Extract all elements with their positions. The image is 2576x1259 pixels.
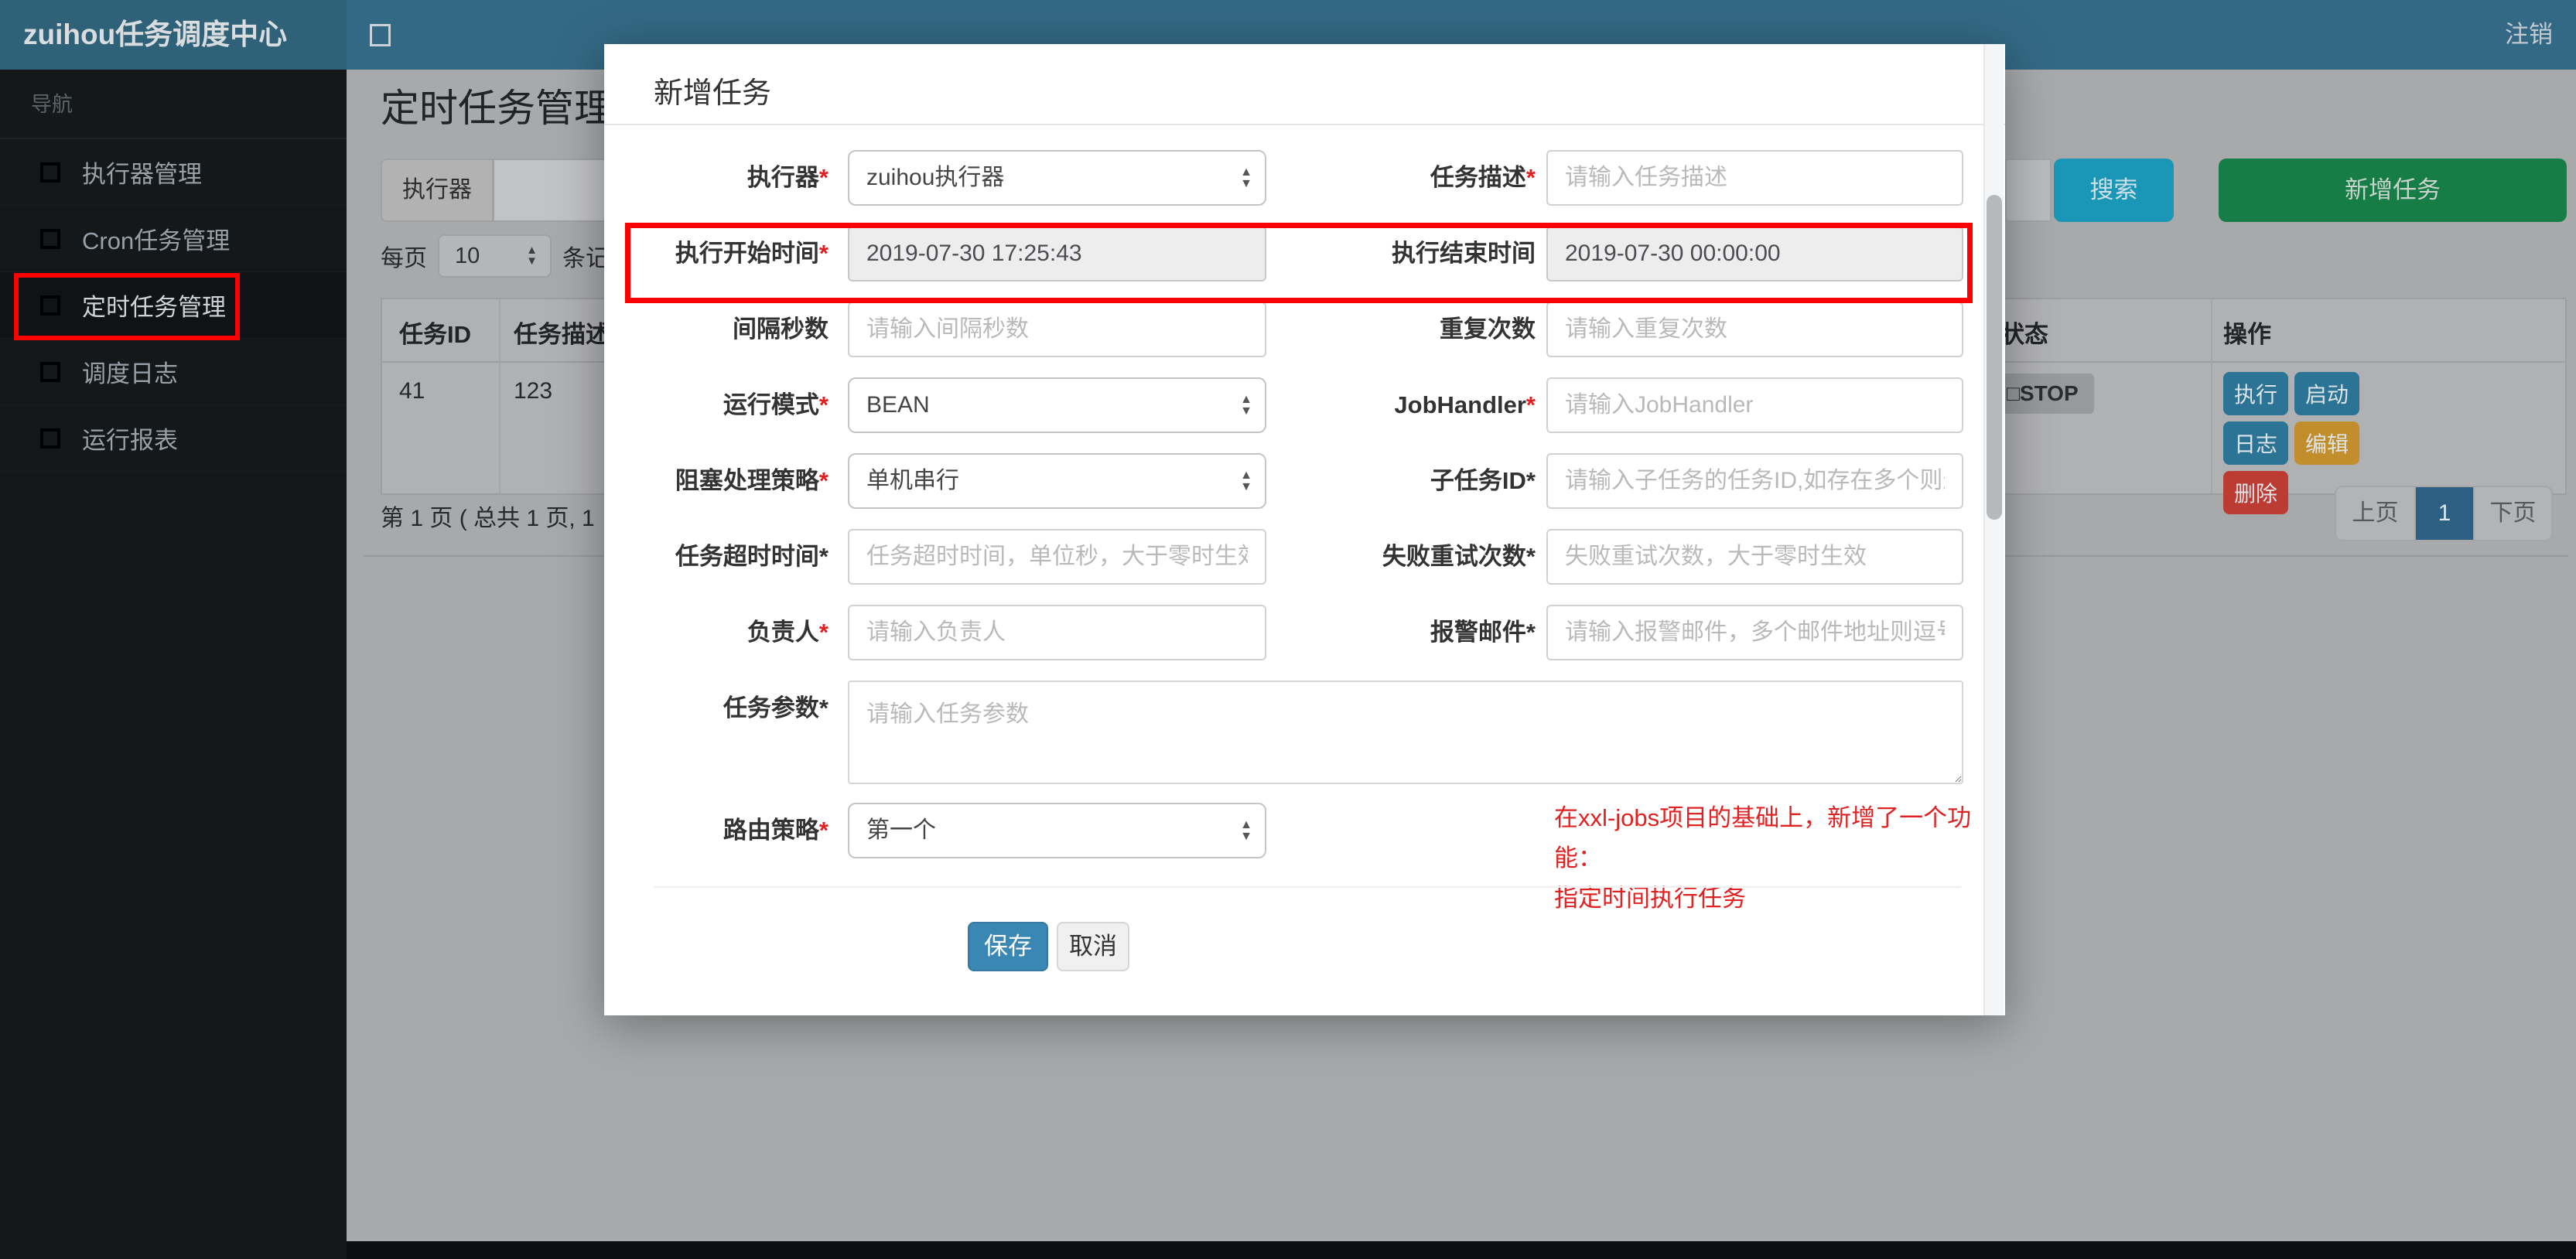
modal-footer-divider xyxy=(654,886,1961,888)
current-page-button[interactable]: 1 xyxy=(2414,487,2473,540)
delete-button[interactable]: 删除 xyxy=(2223,471,2289,514)
sidebar-item-label: 调度日志 xyxy=(82,360,178,387)
cancel-button[interactable]: 取消 xyxy=(1057,922,1129,971)
jobhandler-label: JobHandler* xyxy=(1394,391,1536,418)
col-header-status: 状态 xyxy=(2000,321,2048,348)
feature-note-line1: 在xxl-jobs项目的基础上，新增了一个功能： xyxy=(1554,804,1972,872)
select-caret-icon: ▲ ▼ xyxy=(1240,818,1252,843)
sidebar: 导航 执行器管理 Cron任务管理 定时任务管理 调度日志 运行报表 xyxy=(0,70,347,1259)
prev-page-button[interactable]: 上页 xyxy=(2336,487,2414,540)
sidebar-item-executor-manage[interactable]: 执行器管理 xyxy=(0,139,347,206)
select-caret-icon: ▲ ▼ xyxy=(1240,393,1252,418)
fail-retry-label: 失败重试次数* xyxy=(1382,543,1536,570)
logout-link[interactable]: 注销 xyxy=(2491,0,2567,70)
task-desc-label: 任务描述* xyxy=(1430,164,1536,191)
col-header-task-id: 任务ID xyxy=(399,321,471,348)
task-desc-input[interactable] xyxy=(1546,150,1963,206)
sidebar-item-label: 执行器管理 xyxy=(82,161,202,188)
child-task-id-label: 子任务ID* xyxy=(1430,467,1536,494)
annotation-box-time-row xyxy=(625,223,1973,303)
block-strategy-select[interactable]: 单机串行 ▲ ▼ xyxy=(848,453,1266,509)
table-column-divider xyxy=(499,299,501,493)
sidebar-item-dispatch-log[interactable]: 调度日志 xyxy=(0,339,347,405)
owner-label: 负责人* xyxy=(746,619,828,646)
task-timeout-label: 任务超时时间* xyxy=(675,543,828,570)
task-params-label: 任务参数* xyxy=(723,694,828,722)
repeat-count-input[interactable] xyxy=(1546,302,1963,357)
sidebar-section-label: 导航 xyxy=(0,70,347,139)
square-icon xyxy=(40,361,60,382)
execute-button[interactable]: 执行 xyxy=(2223,372,2289,415)
search-button[interactable]: 搜索 xyxy=(2054,159,2174,222)
block-strategy-label: 阻塞处理策略* xyxy=(675,467,828,494)
select-caret-icon: ▲ ▼ xyxy=(1240,165,1252,190)
modal-scrollbar-thumb[interactable] xyxy=(1987,195,2002,520)
brand-title: zuihou任务调度中心 xyxy=(0,0,347,70)
executor-filter-label: 执行器 xyxy=(381,159,494,222)
square-icon xyxy=(40,162,60,183)
square-icon xyxy=(40,428,60,449)
per-page-control: 每页 10 ▲ ▼ 条记录 xyxy=(381,234,632,278)
per-page-value: 10 xyxy=(455,244,480,268)
feature-note-line2: 指定时间执行任务 xyxy=(1554,885,1746,912)
edit-button[interactable]: 编辑 xyxy=(2294,421,2360,465)
sidebar-item-run-report[interactable]: 运行报表 xyxy=(0,405,347,472)
per-page-prefix: 每页 xyxy=(381,246,427,271)
run-mode-select[interactable]: BEAN ▲ ▼ xyxy=(848,377,1266,433)
add-task-button[interactable]: 新增任务 xyxy=(2219,159,2567,222)
annotation-box-sidebar-item xyxy=(14,273,240,340)
sidebar-item-label: Cron任务管理 xyxy=(82,227,231,254)
modal-title: 新增任务 xyxy=(654,77,772,110)
log-button[interactable]: 日志 xyxy=(2223,421,2289,465)
child-task-id-input[interactable] xyxy=(1546,453,1963,509)
start-button[interactable]: 启动 xyxy=(2294,372,2360,415)
route-strategy-label: 路由策略* xyxy=(723,817,828,844)
modal-buttons: 保存 取消 xyxy=(968,922,1129,971)
task-timeout-input[interactable] xyxy=(848,529,1266,585)
sidebar-toggle-icon[interactable] xyxy=(370,24,391,46)
cell-task-desc: 123 xyxy=(514,378,553,404)
cell-task-id: 41 xyxy=(399,378,425,404)
add-task-modal: 新增任务 执行器* zuihou执行器 ▲▼ 任务描述* 执行开始时间* 执行结… xyxy=(604,44,2005,1015)
pagination-summary: 第 1 页 ( 总共 1 页, 1 xyxy=(381,506,595,531)
next-page-button[interactable]: 下页 xyxy=(2473,487,2551,540)
pagination: 上页 1 下页 xyxy=(2335,486,2553,541)
save-button[interactable]: 保存 xyxy=(968,922,1048,971)
executor-select[interactable]: zuihou执行器 ▲ ▼ xyxy=(848,150,1266,206)
interval-seconds-label: 间隔秒数 xyxy=(733,316,828,343)
modal-header-divider xyxy=(604,124,2005,125)
sidebar-item-cron-task-manage[interactable]: Cron任务管理 xyxy=(0,206,347,272)
task-params-textarea[interactable] xyxy=(848,681,1963,784)
alarm-email-input[interactable] xyxy=(1546,605,1963,660)
page-title: 定时任务管理 xyxy=(381,87,613,130)
col-header-actions: 操作 xyxy=(2223,321,2271,348)
route-strategy-select[interactable]: 第一个 ▲ ▼ xyxy=(848,803,1266,858)
interval-seconds-input[interactable] xyxy=(848,302,1266,357)
sidebar-item-label: 运行报表 xyxy=(82,427,178,454)
repeat-count-label: 重复次数 xyxy=(1440,316,1536,343)
owner-input[interactable] xyxy=(848,605,1266,660)
app-window: zuihou任务调度中心 注销 导航 执行器管理 Cron任务管理 定时任务管理… xyxy=(0,0,2576,1259)
alarm-email-label: 报警邮件* xyxy=(1430,619,1536,646)
status-badge: □STOP xyxy=(1991,374,2094,414)
fail-retry-input[interactable] xyxy=(1546,529,1963,585)
select-caret-icon: ▲ ▼ xyxy=(526,244,538,268)
modal-scrollbar-track[interactable] xyxy=(1983,44,2004,1015)
per-page-select[interactable]: 10 ▲ ▼ xyxy=(438,234,552,278)
executor-label: 执行器* xyxy=(746,164,828,191)
jobhandler-input[interactable] xyxy=(1546,377,1963,433)
select-caret-icon: ▲ ▼ xyxy=(1240,469,1252,493)
run-mode-label: 运行模式* xyxy=(723,391,828,418)
square-icon xyxy=(40,228,60,249)
feature-note: 在xxl-jobs项目的基础上，新增了一个功能： 指定时间执行任务 xyxy=(1554,798,1999,919)
col-header-task-desc: 任务描述 xyxy=(514,321,610,348)
search-input-fragment[interactable] xyxy=(2005,159,2052,222)
table-column-divider xyxy=(2211,299,2212,493)
